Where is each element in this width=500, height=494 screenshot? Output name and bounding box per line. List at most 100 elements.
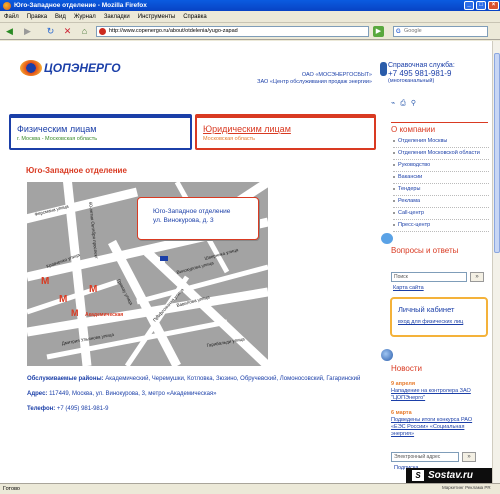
- tab-individuals-title[interactable]: Физическим лицам: [17, 124, 190, 135]
- metro-icon: M: [89, 284, 98, 295]
- about-item[interactable]: Пресс-центр: [393, 220, 489, 232]
- google-icon: G: [396, 29, 401, 35]
- minimize-button[interactable]: _: [464, 1, 474, 10]
- close-button[interactable]: ×: [488, 1, 499, 10]
- hotline-note: (многоканальный): [388, 78, 435, 84]
- home-icon[interactable]: ⌂: [79, 26, 90, 37]
- cabinet-title: Личный кабинет: [398, 305, 455, 314]
- reload-icon[interactable]: ↻: [45, 26, 56, 37]
- address-row: Адрес: 117449, Москва, ул. Винокурова, 3…: [27, 390, 367, 398]
- logo-emblem-icon: [20, 60, 42, 76]
- metro-label: Академическая: [85, 312, 124, 318]
- phone-icon: [380, 62, 387, 76]
- hotline-number: +7 495 981-981-9: [388, 69, 452, 78]
- company-info: ОАО «МОСЭНЕРГОСБЫТ» ЗАО «Центр обслужива…: [200, 72, 372, 86]
- about-item[interactable]: Call-центр: [393, 208, 489, 220]
- news-heading[interactable]: Новости: [391, 364, 422, 373]
- status-text: Готово: [3, 486, 20, 492]
- scrollbar-thumb[interactable]: [494, 53, 500, 253]
- company-line-1: ОАО «МОСЭНЕРГОСБЫТ»: [301, 72, 372, 78]
- sostav-brand: Sostav.ru: [428, 470, 474, 481]
- sostav-logo-icon: S: [412, 470, 424, 481]
- page-title: Юго-Западное отделение: [26, 166, 127, 175]
- email-subscribe-button[interactable]: »: [462, 452, 476, 462]
- office-details: Обслуживаемые районы: Академический, Чер…: [27, 375, 367, 420]
- metro-icon: M: [71, 308, 79, 318]
- metro-icon: M: [41, 276, 50, 287]
- address-label: Адрес:: [27, 391, 48, 397]
- areas-text: Академический, Черемушки, Котловка, Зюзи…: [105, 376, 361, 382]
- news-link[interactable]: Нападение на контролера ЗАО "ЦОПЭнерго": [391, 388, 488, 402]
- personal-cabinet-box: Личный кабинет вход для физических лиц: [390, 297, 488, 337]
- areas-label: Обслуживаемые районы:: [27, 376, 104, 382]
- print-icon[interactable]: ⎙: [400, 100, 411, 107]
- about-item[interactable]: Отделения Москвы: [393, 136, 489, 148]
- email-subscribe-input[interactable]: Электронный адрес: [391, 452, 459, 462]
- back-button[interactable]: ◀: [4, 26, 15, 37]
- window-titlebar: Юго-Западное отделение - Mozilla Firefox…: [0, 0, 500, 11]
- metro-icon: M: [59, 294, 68, 305]
- hotline-label: Справочная служба:: [388, 62, 455, 69]
- phone-text: +7 (495) 981-981-9: [56, 406, 109, 412]
- utility-icons: ⌁⎙⚲: [391, 99, 421, 108]
- areas-row: Обслуживаемые районы: Академический, Чер…: [27, 375, 367, 383]
- go-button[interactable]: ▶: [373, 26, 384, 37]
- about-item[interactable]: Тендеры: [393, 184, 489, 196]
- status-bar: Готово: [0, 483, 500, 494]
- phone-label: Телефон:: [27, 406, 56, 412]
- logo-text: ЦОПЭНЕРГО: [44, 61, 121, 75]
- rss-icon[interactable]: ⌁: [391, 100, 400, 107]
- about-heading[interactable]: О компании: [391, 122, 488, 134]
- search-field[interactable]: G Google: [393, 26, 488, 37]
- news-date: 6 марта: [391, 410, 412, 416]
- speech-bubble-icon: [381, 233, 393, 244]
- phone-row: Телефон: +7 (495) 981-981-9: [27, 405, 367, 413]
- search-field-placeholder: Google: [404, 28, 422, 34]
- sostav-caption: Маркетинг Реклама PR: [442, 485, 491, 490]
- forward-button[interactable]: ▶: [22, 26, 33, 37]
- menu-tools[interactable]: Инструменты: [134, 11, 179, 23]
- firefox-icon: [3, 2, 11, 10]
- office-callout: Юго-Западное отделение ул. Винокурова, д…: [137, 197, 259, 240]
- about-item[interactable]: Руководство: [393, 160, 489, 172]
- sitemap-icon[interactable]: ⚲: [411, 100, 421, 107]
- address-text: 117449, Москва, ул. Винокурова, 3, метро…: [49, 391, 217, 397]
- maximize-button[interactable]: □: [476, 1, 486, 10]
- tab-individuals-sub[interactable]: г. Москва - Московская область: [17, 135, 190, 143]
- tab-legal-sub[interactable]: Московская область: [203, 135, 374, 143]
- callout-address: ул. Винокурова, д. 3: [153, 217, 214, 224]
- tab-individuals[interactable]: Физическим лицам г. Москва - Московская …: [9, 114, 192, 150]
- window-title: Юго-Западное отделение - Mozilla Firefox: [14, 2, 147, 9]
- menu-help[interactable]: Справка: [179, 11, 211, 23]
- menu-bookmarks[interactable]: Закладки: [100, 11, 134, 23]
- vertical-scrollbar[interactable]: [492, 41, 500, 483]
- site-logo[interactable]: ЦОПЭНЕРГО: [20, 60, 121, 76]
- tab-legal-title[interactable]: Юридическим лицам: [203, 124, 374, 135]
- menu-history[interactable]: Журнал: [70, 11, 100, 23]
- site-search-input[interactable]: Поиск: [391, 272, 467, 282]
- sostav-watermark: S Sostav.ru: [406, 468, 492, 483]
- address-bar[interactable]: http://www.copenergo.ru/about/otdelenia/…: [96, 26, 369, 37]
- menu-bar: Файл Правка Вид Журнал Закладки Инструменты Сп…: [0, 11, 500, 23]
- qa-heading[interactable]: Вопросы и ответы: [391, 246, 458, 255]
- about-item[interactable]: Вакансии: [393, 172, 489, 184]
- about-item[interactable]: Отделения Московской области: [393, 148, 489, 160]
- site-favicon-icon: [99, 28, 106, 35]
- about-item[interactable]: Реклама: [393, 196, 489, 208]
- globe-icon: [381, 349, 393, 361]
- url-text: http://www.copenergo.ru/about/otdelenia/…: [109, 28, 238, 34]
- menu-file[interactable]: Файл: [0, 11, 23, 23]
- stop-icon[interactable]: ✕: [62, 26, 73, 37]
- site-search-button[interactable]: »: [470, 272, 484, 282]
- sitemap-link[interactable]: Карта сайта: [393, 285, 424, 291]
- navigation-toolbar: ◀ ▶ ↻ ✕ ⌂ http://www.copenergo.ru/about/…: [0, 23, 500, 40]
- hotline-block: Справочная служба: +7 495 981-981-9 (мно…: [380, 62, 488, 84]
- about-menu: Отделения Москвы Отделения Московской об…: [393, 136, 489, 232]
- menu-edit[interactable]: Правка: [23, 11, 51, 23]
- tab-legal-entities[interactable]: Юридическим лицам Московская область: [195, 114, 376, 150]
- news-date: 9 апреля: [391, 381, 416, 387]
- menu-view[interactable]: Вид: [51, 11, 70, 23]
- news-link[interactable]: Подведены итоги конкурса РАО «ЕЭС России…: [391, 417, 488, 438]
- company-line-2: ЗАО «Центр обслуживания продаж энергии»: [257, 79, 372, 85]
- cabinet-login-link[interactable]: вход для физических лиц: [398, 319, 486, 325]
